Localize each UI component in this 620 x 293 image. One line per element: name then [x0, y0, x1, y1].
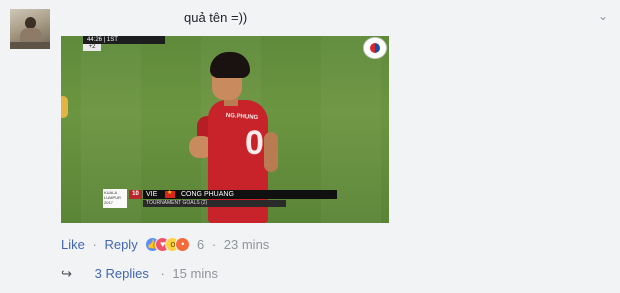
comment-photo[interactable]: 44:26 | 1ST +2 NG.PHUNG 0 KUALA LUMPUR 2… [61, 36, 389, 223]
separator-dot: · [211, 237, 217, 253]
reply-arrow-icon: ↪ [61, 265, 72, 281]
scoreboard-sub: +2 [83, 44, 101, 51]
commenter-avatar[interactable] [10, 9, 50, 49]
tournament-logo: KUALA LUMPUR 2017 [103, 189, 127, 208]
broadcast-lower-third: KUALA LUMPUR 2017 10 VIE CONG PHUANG TOU… [103, 189, 337, 208]
jersey-number: 0 [245, 124, 264, 162]
view-replies-link[interactable]: 3 Replies [95, 266, 149, 281]
reply-link[interactable]: Reply [104, 237, 137, 252]
replies-timestamp: 15 mins [172, 266, 218, 282]
angry-icon: • [175, 236, 191, 252]
vietnam-flag-icon [165, 189, 175, 198]
separator-dot: · [92, 237, 97, 253]
broadcaster-logo-icon [363, 37, 387, 59]
comment-text: quả tên =)) [184, 10, 248, 25]
background-object [61, 96, 68, 118]
comment-actions: Like · Reply 👍 ♥ o • 6 · 23 mins [61, 236, 269, 254]
separator-dot: · [160, 266, 165, 282]
player-name-bar: VIE CONG PHUANG [143, 189, 337, 199]
reaction-count[interactable]: 6 [197, 237, 204, 252]
player-number-badge: 10 [129, 190, 142, 199]
player-name: CONG PHUANG [181, 191, 234, 198]
reaction-summary[interactable]: 👍 ♥ o • [145, 236, 191, 253]
comment-timestamp[interactable]: 23 mins [224, 237, 270, 252]
player-arm [264, 132, 278, 172]
player-hair [210, 52, 250, 78]
replies-row[interactable]: ↪ 3 Replies · 15 mins [61, 265, 218, 283]
avatar-ground [10, 42, 50, 49]
like-link[interactable]: Like [61, 237, 85, 252]
team-code: VIE [146, 191, 158, 198]
comment-options-chevron-icon[interactable]: ⌄ [596, 10, 610, 22]
tournament-goals: TOURNAMENT GOALS (2) [143, 200, 286, 207]
scoreboard-time: 44:26 | 1ST [83, 36, 165, 44]
